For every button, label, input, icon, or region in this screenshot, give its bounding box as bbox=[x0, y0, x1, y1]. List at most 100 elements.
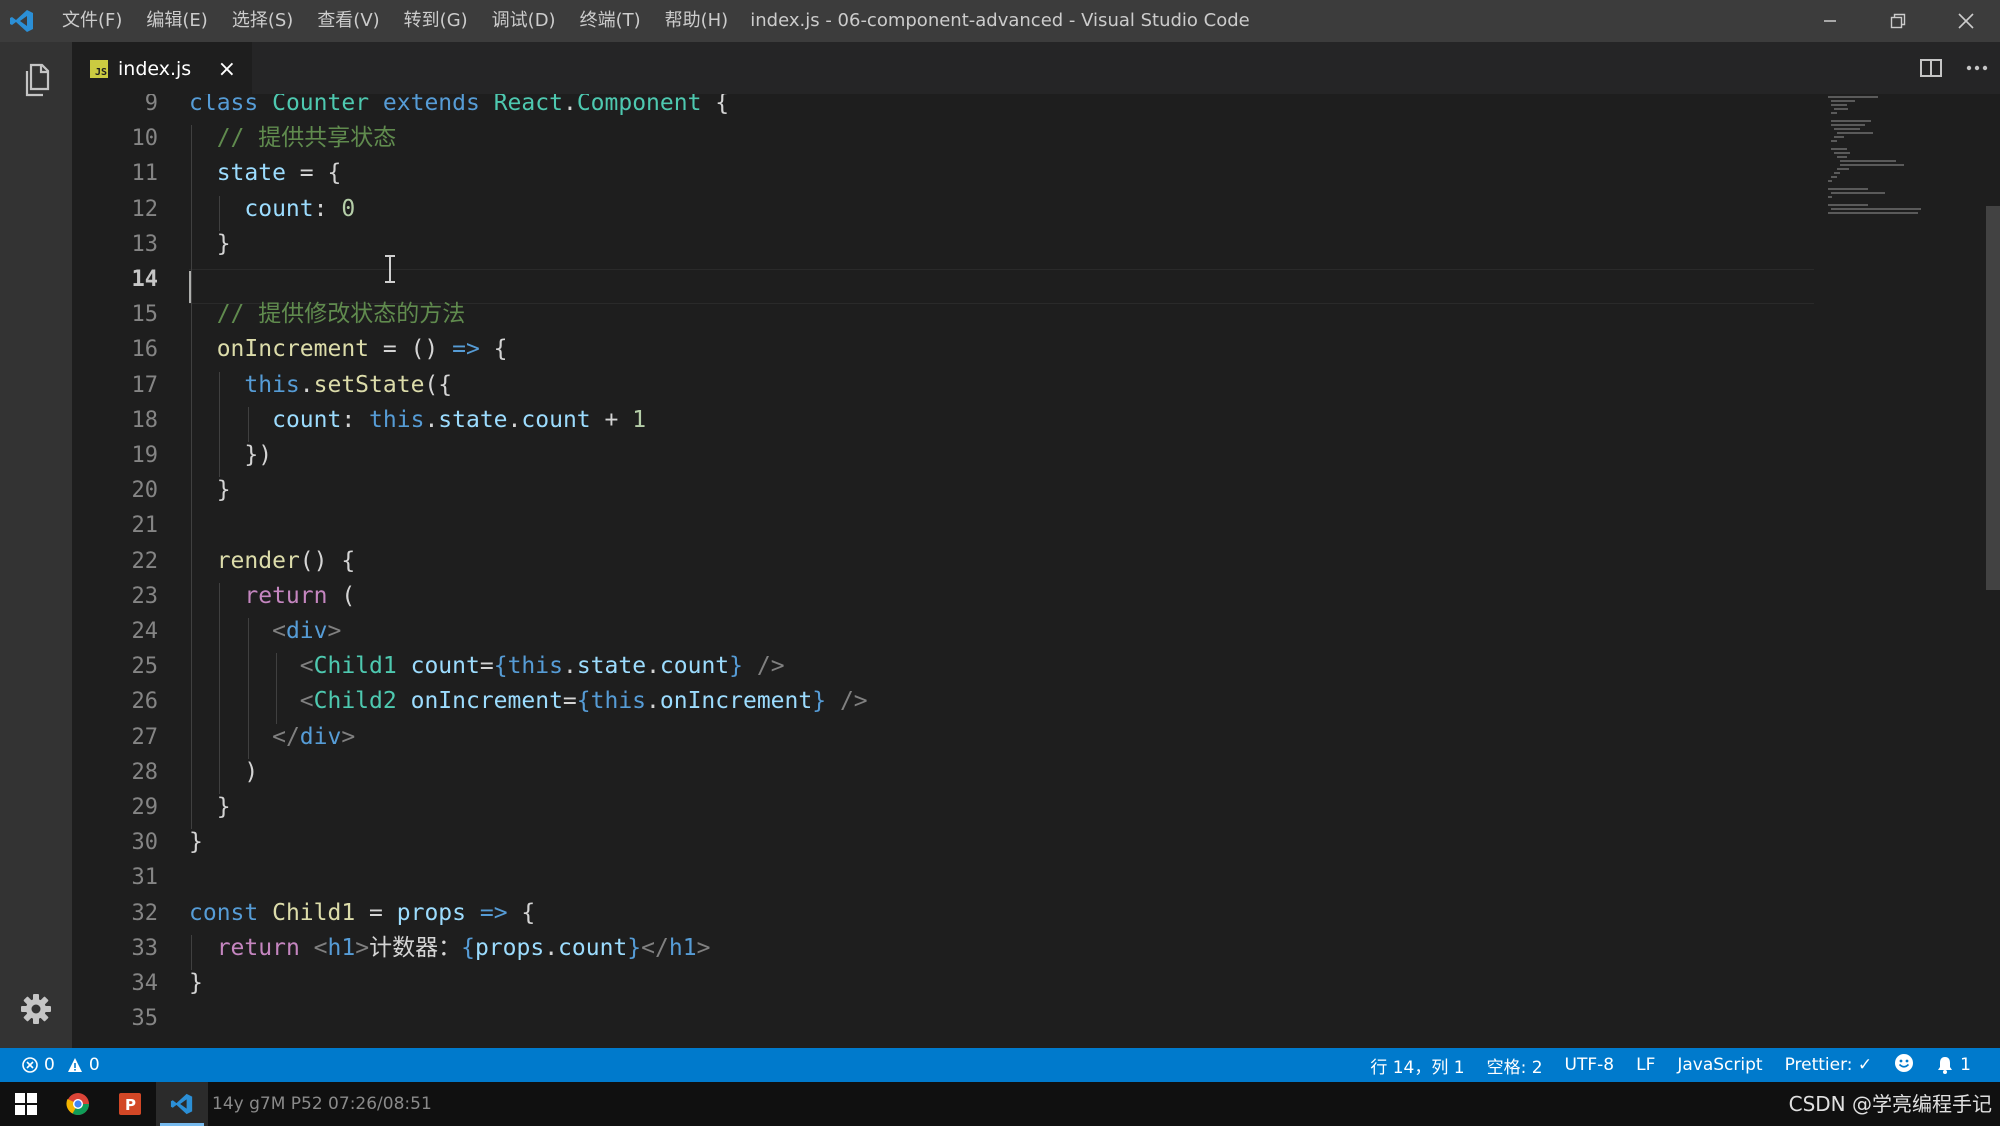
end-of-line[interactable]: LF bbox=[1625, 1055, 1666, 1075]
code-line: } bbox=[189, 966, 203, 1001]
indent-guide bbox=[219, 582, 221, 794]
code-token: class bbox=[189, 94, 259, 116]
code-token: { bbox=[493, 653, 508, 680]
code-token: extends bbox=[382, 94, 480, 116]
code-token: Component bbox=[576, 94, 702, 116]
menu-file[interactable]: 文件(F) bbox=[50, 0, 134, 42]
encoding[interactable]: UTF-8 bbox=[1554, 1055, 1626, 1075]
code-token: < bbox=[299, 688, 314, 715]
code-token: Child1 bbox=[313, 653, 397, 680]
error-count: 0 bbox=[44, 1055, 55, 1075]
code-token: this bbox=[369, 406, 425, 433]
line-number: 12 bbox=[131, 196, 159, 222]
taskbar-chrome[interactable] bbox=[52, 1082, 104, 1126]
code-token: setState bbox=[313, 371, 425, 398]
menu-view[interactable]: 查看(V) bbox=[305, 0, 391, 42]
code-token: > bbox=[696, 934, 711, 961]
code-line: } bbox=[189, 227, 231, 262]
code-line: state = { bbox=[189, 156, 342, 191]
ibeam-cursor-icon bbox=[385, 255, 395, 283]
menu-help[interactable]: 帮助(H) bbox=[653, 0, 741, 42]
indentation[interactable]: 空格: 2 bbox=[1476, 1053, 1554, 1078]
watermark: CSDN @学亮编程手记 bbox=[1788, 1092, 1992, 1116]
menu-terminal[interactable]: 终端(T) bbox=[568, 0, 653, 42]
start-button[interactable] bbox=[0, 1082, 52, 1126]
code-token: const bbox=[189, 899, 259, 926]
menu-selection[interactable]: 选择(S) bbox=[220, 0, 305, 42]
taskbar-vscode[interactable] bbox=[156, 1082, 208, 1126]
code-editor[interactable]: 9 10 11 12 13 14 15 16 17 18 19 20 21 22 23 24 25 26 27 28 2… bbox=[72, 94, 2000, 1048]
explorer-button[interactable] bbox=[0, 62, 72, 98]
vertical-scrollbar[interactable] bbox=[1986, 94, 2000, 1048]
notifications-button[interactable]: 1 bbox=[1925, 1055, 1982, 1075]
scrollbar-thumb[interactable] bbox=[1986, 206, 2000, 590]
line-number: 17 bbox=[131, 372, 159, 398]
menu-edit[interactable]: 编辑(E) bbox=[134, 0, 219, 42]
taskbar-powerpoint[interactable]: P bbox=[104, 1082, 156, 1126]
os-taskbar: P 14y g7M P52 07:26/08:51 CSDN @学亮编程手记 bbox=[0, 1082, 2000, 1126]
minimap[interactable] bbox=[1828, 94, 1948, 224]
code-area[interactable]: class Counter extends React.Component { … bbox=[189, 94, 1820, 1048]
code-token: } bbox=[189, 477, 231, 504]
code-token: state bbox=[438, 406, 508, 433]
restore-button[interactable] bbox=[1864, 0, 1932, 42]
code-token: Child1 bbox=[272, 899, 356, 926]
code-token: = bbox=[355, 899, 397, 926]
code-token: = bbox=[562, 688, 577, 715]
code-token: + bbox=[590, 406, 633, 433]
tab-index-js[interactable]: JS index.js × bbox=[72, 42, 252, 95]
line-number: 21 bbox=[131, 513, 159, 539]
code-line: return <h1>计数器：{props.count}</h1> bbox=[189, 931, 711, 966]
code-token: . bbox=[424, 406, 439, 433]
line-number: 23 bbox=[131, 583, 159, 609]
text-cursor bbox=[189, 271, 191, 303]
split-editor-button[interactable] bbox=[1908, 42, 1954, 94]
cursor-position[interactable]: 行 14，列 1 bbox=[1359, 1053, 1475, 1078]
problems-indicator[interactable]: 0 0 bbox=[22, 1055, 100, 1075]
language-mode[interactable]: JavaScript bbox=[1666, 1055, 1773, 1075]
code-token: > bbox=[341, 723, 356, 750]
code-line: } bbox=[189, 790, 231, 825]
code-line: } bbox=[189, 473, 231, 508]
close-window-button[interactable] bbox=[1932, 0, 2000, 42]
code-token: count bbox=[272, 406, 342, 433]
code-token: : bbox=[341, 406, 370, 433]
minimize-icon bbox=[1824, 20, 1836, 22]
minimize-button[interactable] bbox=[1796, 0, 1864, 42]
code-token: } bbox=[189, 794, 231, 820]
tab-close-button[interactable]: × bbox=[218, 57, 236, 82]
code-token: render bbox=[216, 547, 300, 574]
line-number: 34 bbox=[131, 971, 159, 996]
more-actions-button[interactable] bbox=[1954, 42, 2000, 94]
line-number: 10 bbox=[131, 126, 159, 152]
menu-debug[interactable]: 调试(D) bbox=[480, 0, 568, 42]
code-line: return ( bbox=[189, 579, 355, 614]
code-line: count: this.state.count + 1 bbox=[189, 403, 646, 438]
code-token: 计数器： bbox=[369, 934, 462, 961]
settings-button[interactable] bbox=[0, 992, 72, 1026]
code-token: React bbox=[493, 94, 563, 116]
code-token: . bbox=[646, 653, 660, 680]
line-number: 19 bbox=[131, 443, 159, 468]
code-line: // 提供修改状态的方法 bbox=[189, 297, 466, 332]
code-token: . bbox=[562, 94, 577, 116]
line-number: 32 bbox=[131, 900, 159, 926]
line-number: 25 bbox=[131, 654, 159, 680]
code-token: 0 bbox=[341, 195, 356, 222]
line-number: 27 bbox=[131, 724, 159, 750]
menu-go[interactable]: 转到(G) bbox=[392, 0, 480, 42]
status-bar: 0 0 行 14，列 1 空格: 2 UTF-8 LF JavaScript P… bbox=[0, 1048, 2000, 1082]
code-token: < bbox=[313, 934, 328, 961]
warning-icon bbox=[67, 1058, 82, 1072]
prettier-status[interactable]: Prettier: ✓ bbox=[1774, 1055, 1884, 1075]
code-token: }) bbox=[189, 442, 273, 468]
feedback-button[interactable] bbox=[1883, 1053, 1925, 1078]
